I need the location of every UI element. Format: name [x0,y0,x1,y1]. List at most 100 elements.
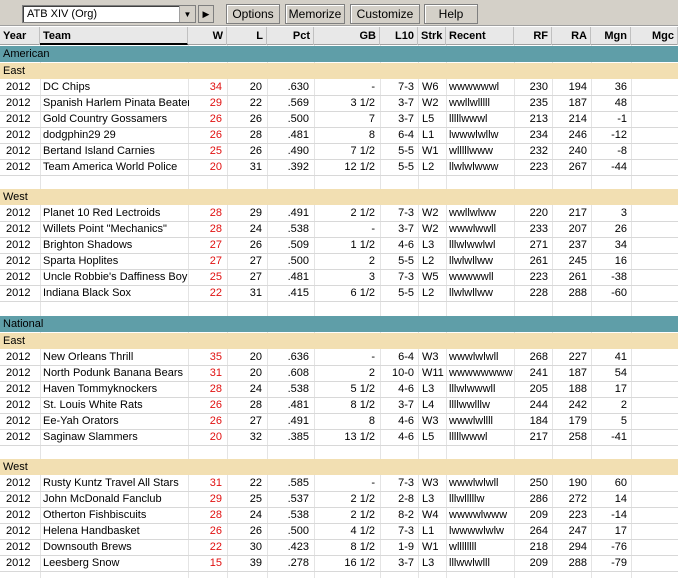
table-row[interactable]: 2012 St. Louis White Rats 26 28 .481 8 1/2 3-7… [0,398,678,414]
memorize-button[interactable]: Memorize [285,4,345,24]
table-row[interactable]: 2012 Planet 10 Red Lectroids 28 29 .491 2 1/2… [0,206,678,222]
help-button[interactable]: Help [424,4,478,24]
col-rf-header[interactable]: RF [514,27,552,45]
cell-ra: 214 [568,113,587,125]
col-recent-header[interactable]: Recent [446,27,514,45]
cell-team[interactable]: Gold Country Gossamers [43,112,189,127]
cell-w: 28 [209,207,222,219]
table-row[interactable]: 2012 DC Chips 34 20 .630 - 7-3 W6 wwwwwwl 230 194 3… [0,80,678,96]
cell-team[interactable]: Otherton Fishbiscuits [43,508,189,523]
col-mgc-header[interactable]: Mgc [631,27,678,45]
cell-team[interactable]: Spanish Harlem Pinata Beater [43,96,189,111]
cell-year: 2012 [6,509,31,521]
col-w-header[interactable]: W [188,27,227,45]
cell-ra: 188 [568,383,587,395]
table-row[interactable]: 2012 Downsouth Brews 22 30 .423 8 1/2 1-9 W1 wll… [0,540,678,556]
col-l-header[interactable]: L [227,27,267,45]
cell-year: 2012 [6,207,31,219]
cell-recent: lllllwwwl [449,431,488,443]
table-row[interactable]: 2012 John McDonald Fanclub 29 25 .537 2 1/2 2-… [0,492,678,508]
table-row[interactable]: 2012 North Podunk Banana Bears 31 20 .608 2 10… [0,366,678,382]
division-header: East [0,63,678,79]
cell-team[interactable]: Leesberg Snow [43,556,189,571]
col-year-header[interactable]: Year [0,27,40,45]
cell-w: 25 [209,271,222,283]
table-row[interactable]: 2012 Ee-Yah Orators 26 27 .491 8 4-6 W3 wwwlwlll… [0,414,678,430]
cell-mgc [631,556,674,571]
table-row[interactable]: 2012 Saginaw Slammers 20 32 .385 13 1/2 4-6 L5 l… [0,430,678,446]
table-row[interactable]: 2012 Gold Country Gossamers 26 26 .500 7 3-7 L5… [0,112,678,128]
table-row[interactable]: 2012 Uncle Robbie's Daffiness Boy 25 27 .481… [0,270,678,286]
cell-team[interactable]: Brighton Shadows [43,238,189,253]
cell-recent: lllwlllllw [449,493,485,505]
cell-l: 27 [249,255,262,267]
cell-w: 29 [209,493,222,505]
cell-team[interactable]: Uncle Robbie's Daffiness Boy [43,270,189,285]
cell-l10: 4-6 [398,383,414,395]
cell-ra: 258 [568,431,587,443]
cell-w: 22 [209,541,222,553]
cell-team[interactable]: Downsouth Brews [43,540,189,555]
customize-button[interactable]: Customize [350,4,420,24]
cell-strk: W1 [422,541,439,553]
table-row[interactable]: 2012 Spanish Harlem Pinata Beater 29 22 .569… [0,96,678,112]
cell-team[interactable]: Bertand Island Carnies [43,144,189,159]
table-row[interactable]: 2012 Haven Tommyknockers 28 24 .538 5 1/2 4-6 L… [0,382,678,398]
cell-team[interactable]: Indiana Black Sox [43,286,189,301]
table-row[interactable]: 2012 Leesberg Snow 15 39 .278 16 1/2 3-7 L3 lllw… [0,556,678,572]
cell-strk: L5 [422,113,435,125]
league-selector[interactable]: ATB XIV (Org) ▼ [22,5,196,23]
cell-l: 32 [249,431,262,443]
cell-l10: 3-7 [398,557,414,569]
table-row[interactable]: 2012 Bertand Island Carnies 25 26 .490 7 1/2 5… [0,144,678,160]
table-row[interactable]: 2012 Sparta Hoplites 27 27 .500 2 5-5 L2 llwlwll… [0,254,678,270]
cell-recent: lwwwwlwlw [449,525,504,537]
cell-team[interactable]: St. Louis White Rats [43,398,189,413]
table-row[interactable]: 2012 Willets Point "Mechanics" 28 24 .538 - 3-… [0,222,678,238]
col-strk-header[interactable]: Strk [418,27,446,45]
table-row[interactable]: 2012 Team America World Police 20 31 .392 12 … [0,160,678,176]
cell-team[interactable]: North Podunk Banana Bears [43,366,189,381]
chevron-down-icon[interactable]: ▼ [179,6,195,22]
cell-mgn: 26 [614,223,627,235]
cell-team[interactable]: Planet 10 Red Lectroids [43,206,189,221]
col-gb-header[interactable]: GB [314,27,380,45]
cell-l: 24 [249,509,262,521]
col-mgn-header[interactable]: Mgn [591,27,631,45]
col-ra-header[interactable]: RA [552,27,591,45]
cell-team[interactable]: John McDonald Fanclub [43,492,189,507]
cell-rf: 286 [529,493,548,505]
cell-rf: 218 [529,541,548,553]
cell-team[interactable]: dodgphin29 29 [43,128,189,143]
cell-team[interactable]: Sparta Hoplites [43,254,189,269]
cell-team[interactable]: DC Chips [43,80,189,95]
col-team-header[interactable]: Team [40,27,188,45]
cell-gb: 16 1/2 [344,557,375,569]
cell-team[interactable]: Ee-Yah Orators [43,414,189,429]
table-row[interactable]: 2012 Otherton Fishbiscuits 28 24 .538 2 1/2 8-… [0,508,678,524]
table-row[interactable]: 2012 Brighton Shadows 27 26 .509 1 1/2 4-6 L3 ll… [0,238,678,254]
table-row[interactable]: 2012 New Orleans Thrill 35 20 .636 - 6-4 W3 wwwl… [0,350,678,366]
cell-team[interactable]: Willets Point "Mechanics" [43,222,189,237]
col-l10-header[interactable]: L10 [380,27,418,45]
col-pct-header[interactable]: Pct [267,27,314,45]
cell-team[interactable]: Helena Handbasket [43,524,189,539]
table-row[interactable]: 2012 dodgphin29 29 26 28 .481 8 6-4 L1 lwwwlwllw… [0,128,678,144]
cell-team[interactable]: Rusty Kuntz Travel All Stars [43,476,189,491]
table-row[interactable]: 2012 Helena Handbasket 26 26 .500 4 1/2 7-3 L1 l… [0,524,678,540]
cell-ra: 237 [568,239,587,251]
cell-strk: W2 [422,97,439,109]
table-row[interactable]: 2012 Rusty Kuntz Travel All Stars 31 22 .585… [0,476,678,492]
cell-team[interactable]: New Orleans Thrill [43,350,189,365]
cell-pct: .481 [287,399,309,411]
cell-team[interactable]: Saginaw Slammers [43,430,189,445]
cell-pct: .500 [287,113,309,125]
cell-w: 22 [209,287,222,299]
cell-team[interactable]: Team America World Police [43,160,189,175]
play-icon[interactable]: ▶ [198,5,214,23]
options-button[interactable]: Options [226,4,280,24]
cell-team[interactable]: Haven Tommyknockers [43,382,189,397]
cell-rf: 261 [529,255,548,267]
table-row[interactable]: 2012 Indiana Black Sox 22 31 .415 6 1/2 5-5 L2 l… [0,286,678,302]
cell-l10: 10-0 [391,367,414,379]
